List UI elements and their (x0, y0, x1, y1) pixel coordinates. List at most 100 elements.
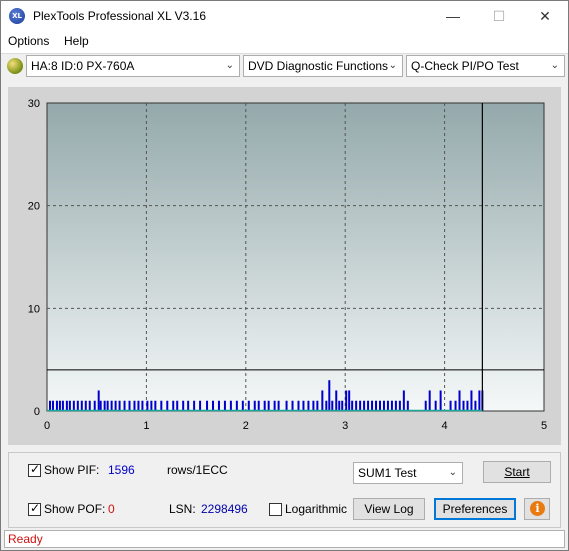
drive-select-value: HA:8 ID:0 PX-760A (31, 59, 135, 73)
data-bar (99, 400, 102, 411)
data-bar (48, 400, 51, 411)
data-bar (428, 390, 431, 411)
status-bar: Ready (4, 530, 565, 548)
data-bar (51, 400, 54, 411)
data-bar (263, 400, 266, 411)
close-button[interactable]: ✕ (522, 1, 568, 31)
data-bar (223, 400, 226, 411)
data-bar (97, 390, 100, 411)
data-bar (355, 400, 358, 411)
data-bar (439, 390, 442, 411)
test-select[interactable]: Q-Check PI/PO Test ⌄ (406, 55, 565, 77)
sum-test-value: SUM1 Test (358, 466, 417, 480)
data-bar (359, 400, 362, 411)
data-bar (229, 400, 232, 411)
data-bar (371, 400, 374, 411)
data-bar (367, 400, 370, 411)
data-bar (470, 390, 473, 411)
maximize-button[interactable]: ☐ (476, 1, 522, 31)
data-bar (307, 400, 310, 411)
show-pif-checkbox[interactable] (28, 462, 41, 477)
logarithmic-checkbox[interactable] (269, 503, 282, 516)
data-bar (253, 400, 256, 411)
data-bar (137, 400, 140, 411)
x-tick-label: 5 (541, 420, 547, 432)
data-bar (88, 400, 91, 411)
data-bar (390, 400, 393, 411)
chart-panel: 0 1 2 3 4 5 0 10 20 30 (8, 87, 561, 445)
data-bar (375, 400, 378, 411)
data-bar (118, 400, 121, 411)
show-pif-label: Show PIF: (44, 463, 100, 477)
data-bar (257, 400, 260, 411)
app-logo-icon: XL (9, 8, 25, 24)
data-bar (141, 400, 144, 411)
data-bar (247, 400, 250, 411)
function-select-value: DVD Diagnostic Functions (248, 59, 389, 73)
data-bar (386, 400, 389, 411)
minimize-button[interactable]: — (430, 1, 476, 31)
data-bar (212, 400, 215, 411)
data-bar (166, 400, 169, 411)
data-bar (331, 400, 334, 411)
data-bar (462, 400, 465, 411)
data-bar (363, 400, 366, 411)
data-bar (217, 400, 220, 411)
data-bar (235, 400, 238, 411)
start-button[interactable]: Start (483, 461, 551, 483)
data-bar (206, 400, 209, 411)
chevron-down-icon: ⌄ (550, 60, 559, 71)
data-bar (277, 400, 280, 411)
data-bar (316, 400, 319, 411)
data-bar (68, 400, 71, 411)
data-bar (193, 400, 196, 411)
menu-options[interactable]: Options (8, 34, 49, 48)
data-bar (58, 400, 61, 411)
data-bar (176, 400, 179, 411)
status-text: Ready (8, 532, 43, 546)
data-bar (312, 400, 315, 411)
controls-panel: Show PIF: 1596 rows/1ECC SUM1 Test ⌄ Sta… (8, 452, 561, 528)
data-bar (93, 400, 96, 411)
x-tick-label: 1 (143, 420, 149, 432)
view-log-label: View Log (364, 502, 414, 516)
data-bar (297, 400, 300, 411)
drive-select[interactable]: HA:8 ID:0 PX-760A ⌄ (26, 55, 240, 77)
x-tick-label: 3 (342, 420, 348, 432)
pif-value: 1596 (108, 463, 135, 477)
pi-po-chart: 0 1 2 3 4 5 0 10 20 30 (28, 98, 547, 432)
data-bar (394, 400, 397, 411)
data-bar (273, 400, 276, 411)
data-bar (133, 400, 136, 411)
data-bar (84, 400, 87, 411)
data-bar (345, 390, 348, 411)
y-tick-label: 0 (34, 406, 40, 418)
show-pof-checkbox[interactable] (28, 501, 41, 516)
data-bar (61, 400, 64, 411)
data-bar (398, 400, 401, 411)
menu-help[interactable]: Help (64, 34, 89, 48)
info-icon: i (530, 501, 545, 516)
view-log-button[interactable]: View Log (353, 498, 425, 520)
data-bar (150, 400, 153, 411)
data-bar (55, 400, 58, 411)
logarithmic-label: Logarithmic (285, 502, 348, 516)
preferences-button[interactable]: Preferences (434, 498, 516, 520)
data-bar (128, 400, 131, 411)
test-select-value: Q-Check PI/PO Test (411, 59, 519, 73)
data-bar (341, 400, 344, 411)
x-tick-label: 2 (243, 420, 249, 432)
data-bar (80, 400, 83, 411)
data-bar (458, 390, 461, 411)
sum-test-select[interactable]: SUM1 Test ⌄ (353, 462, 463, 484)
info-button[interactable]: i (524, 498, 550, 520)
function-select[interactable]: DVD Diagnostic Functions ⌄ (243, 55, 403, 77)
data-bar (454, 400, 457, 411)
chevron-down-icon: ⌄ (225, 60, 234, 71)
lsn-value: 2298496 (201, 502, 248, 516)
data-bar (474, 400, 477, 411)
toolbar-divider (1, 53, 568, 54)
menu-bar: Options Help (1, 31, 568, 53)
y-tick-label: 30 (28, 98, 40, 110)
data-bar (199, 400, 202, 411)
